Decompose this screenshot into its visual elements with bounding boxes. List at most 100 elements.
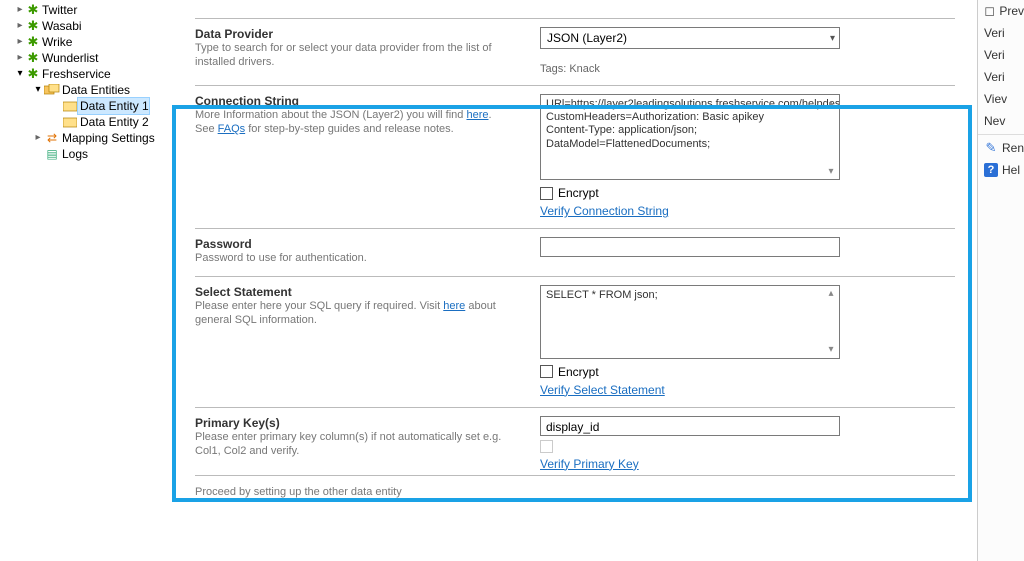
encrypt-label: Encrypt	[558, 365, 599, 379]
section-select-statement: Select Statement Please enter here your …	[195, 276, 955, 407]
action-label: Veri	[984, 48, 1005, 62]
pk-desc: Please enter primary key column(s) if no…	[195, 431, 510, 459]
password-input[interactable]	[540, 237, 840, 257]
scroll-down-icon[interactable]: ▾	[824, 343, 838, 357]
chevron-right-icon: ▸	[14, 20, 26, 32]
chevron-down-icon: ▾	[14, 68, 26, 80]
action-verify[interactable]: Veri	[978, 66, 1024, 88]
chevron-right-icon: ▸	[14, 52, 26, 64]
form-panel: Data Provider Type to search for or sele…	[175, 0, 975, 561]
select-statement-input[interactable]: SELECT * FROM json;	[540, 285, 840, 359]
action-label: Viev	[984, 92, 1007, 106]
pk-title: Primary Key(s)	[195, 416, 510, 430]
rename-icon: ✎	[984, 140, 998, 156]
desc-text: More Information about the JSON (Layer2)…	[195, 109, 466, 121]
section-password: Password Password to use for authenticat…	[195, 228, 955, 276]
action-label: Prev	[999, 4, 1024, 18]
footer-note: Proceed by setting up the other data ent…	[195, 475, 955, 498]
action-help[interactable]: ? Hel	[978, 159, 1024, 181]
action-view[interactable]: Viev	[978, 88, 1024, 110]
preview-icon: ◻	[984, 3, 995, 19]
action-label: Hel	[1002, 163, 1020, 177]
nav-tree: ▸ ✱ Twitter ▸ ✱ Wasabi ▸ ✱ Wrike ▸ ✱ Wun…	[0, 0, 175, 561]
tree-item-wunderlist[interactable]: ▸ ✱ Wunderlist	[4, 50, 175, 66]
bug-icon: ✱	[26, 51, 40, 65]
tree-label: Wunderlist	[40, 50, 98, 66]
link-here[interactable]: here	[466, 109, 488, 121]
folder-icon	[62, 115, 78, 129]
tree-item-mapping-settings[interactable]: ▸ ⇄ Mapping Settings	[4, 130, 175, 146]
action-verify[interactable]: Veri	[978, 22, 1024, 44]
link-faqs[interactable]: FAQs	[218, 123, 246, 135]
scroll-up-icon[interactable]: ▴	[824, 287, 838, 301]
scroll-up-icon[interactable]: ▴	[824, 96, 838, 110]
folder-icon	[62, 99, 78, 113]
action-rename[interactable]: ✎ Ren	[978, 137, 1024, 159]
bug-icon: ✱	[26, 3, 40, 17]
tree-item-twitter[interactable]: ▸ ✱ Twitter	[4, 2, 175, 18]
encrypt-checkbox-row[interactable]	[540, 440, 955, 453]
select-title: Select Statement	[195, 285, 510, 299]
action-label: Veri	[984, 70, 1005, 84]
tree-item-data-entity-2[interactable]: Data Entity 2	[4, 114, 175, 130]
tree-label: Wasabi	[40, 18, 82, 34]
encrypt-checkbox-row[interactable]: Encrypt	[540, 365, 955, 379]
chevron-right-icon: ▸	[32, 132, 44, 144]
folder-double-icon	[44, 83, 60, 97]
right-actions-panel: ◻ Prev Veri Veri Veri Viev Nev ✎ Ren ? H…	[977, 0, 1024, 561]
action-label: Veri	[984, 26, 1005, 40]
action-verify[interactable]: Veri	[978, 44, 1024, 66]
data-provider-title: Data Provider	[195, 27, 510, 41]
tree-item-data-entities[interactable]: ▾ Data Entities	[4, 82, 175, 98]
verify-select-link[interactable]: Verify Select Statement	[540, 383, 665, 397]
tree-label: Wrike	[40, 34, 72, 50]
tree-label: Twitter	[40, 2, 77, 18]
tree-label: Data Entities	[60, 82, 130, 98]
section-data-provider: Data Provider Type to search for or sele…	[195, 18, 955, 85]
data-provider-desc: Type to search for or select your data p…	[195, 42, 510, 70]
encrypt-checkbox-row[interactable]: Encrypt	[540, 186, 955, 200]
tree-label: Logs	[60, 146, 88, 162]
password-desc: Password to use for authentication.	[195, 252, 510, 266]
password-title: Password	[195, 237, 510, 251]
action-preview[interactable]: ◻ Prev	[978, 0, 1024, 22]
tree-item-logs[interactable]: ▤ Logs	[4, 146, 175, 162]
link-here[interactable]: here	[443, 300, 465, 312]
tree-item-data-entity-1[interactable]: Data Entity 1	[4, 98, 175, 114]
tree-item-wrike[interactable]: ▸ ✱ Wrike	[4, 34, 175, 50]
data-provider-value: JSON (Layer2)	[547, 31, 627, 45]
chevron-down-icon: ▾	[830, 33, 835, 44]
select-desc: Please enter here your SQL query if requ…	[195, 300, 510, 328]
primary-key-input[interactable]: display_id	[540, 416, 840, 436]
checkbox-icon[interactable]	[540, 187, 553, 200]
section-primary-key: Primary Key(s) Please enter primary key …	[195, 407, 955, 475]
action-label: Ren	[1002, 141, 1024, 155]
section-connection-string: Connection String More Information about…	[195, 85, 955, 228]
data-provider-combo[interactable]: JSON (Layer2) ▾	[540, 27, 840, 49]
mapping-icon: ⇄	[44, 131, 60, 145]
tree-label: Mapping Settings	[60, 130, 155, 146]
action-new[interactable]: Nev	[978, 110, 1024, 132]
tree-label: Data Entity 2	[78, 114, 149, 130]
bug-icon: ✱	[26, 67, 40, 81]
checkbox-icon[interactable]	[540, 440, 553, 453]
bug-icon: ✱	[26, 19, 40, 33]
chevron-right-icon: ▸	[14, 4, 26, 16]
connection-string-title: Connection String	[195, 94, 510, 108]
bug-icon: ✱	[26, 35, 40, 49]
verify-pk-link[interactable]: Verify Primary Key	[540, 457, 639, 471]
scroll-down-icon[interactable]: ▾	[824, 164, 838, 178]
connection-string-input[interactable]: URl=https://layer2leadingsolutions.fresh…	[540, 94, 840, 180]
desc-text: for step-by-step guides and release note…	[245, 123, 454, 135]
logs-icon: ▤	[44, 147, 60, 161]
tree-item-wasabi[interactable]: ▸ ✱ Wasabi	[4, 18, 175, 34]
tree-label: Freshservice	[40, 66, 111, 82]
checkbox-icon[interactable]	[540, 365, 553, 378]
verify-connection-link[interactable]: Verify Connection String	[540, 204, 669, 218]
data-provider-tags: Tags: Knack	[540, 63, 955, 75]
tree-label: Data Entity 1	[78, 98, 149, 114]
tree-item-freshservice[interactable]: ▾ ✱ Freshservice	[4, 66, 175, 82]
desc-text: Please enter here your SQL query if requ…	[195, 300, 443, 312]
chevron-down-icon: ▾	[32, 84, 44, 96]
chevron-right-icon: ▸	[14, 36, 26, 48]
